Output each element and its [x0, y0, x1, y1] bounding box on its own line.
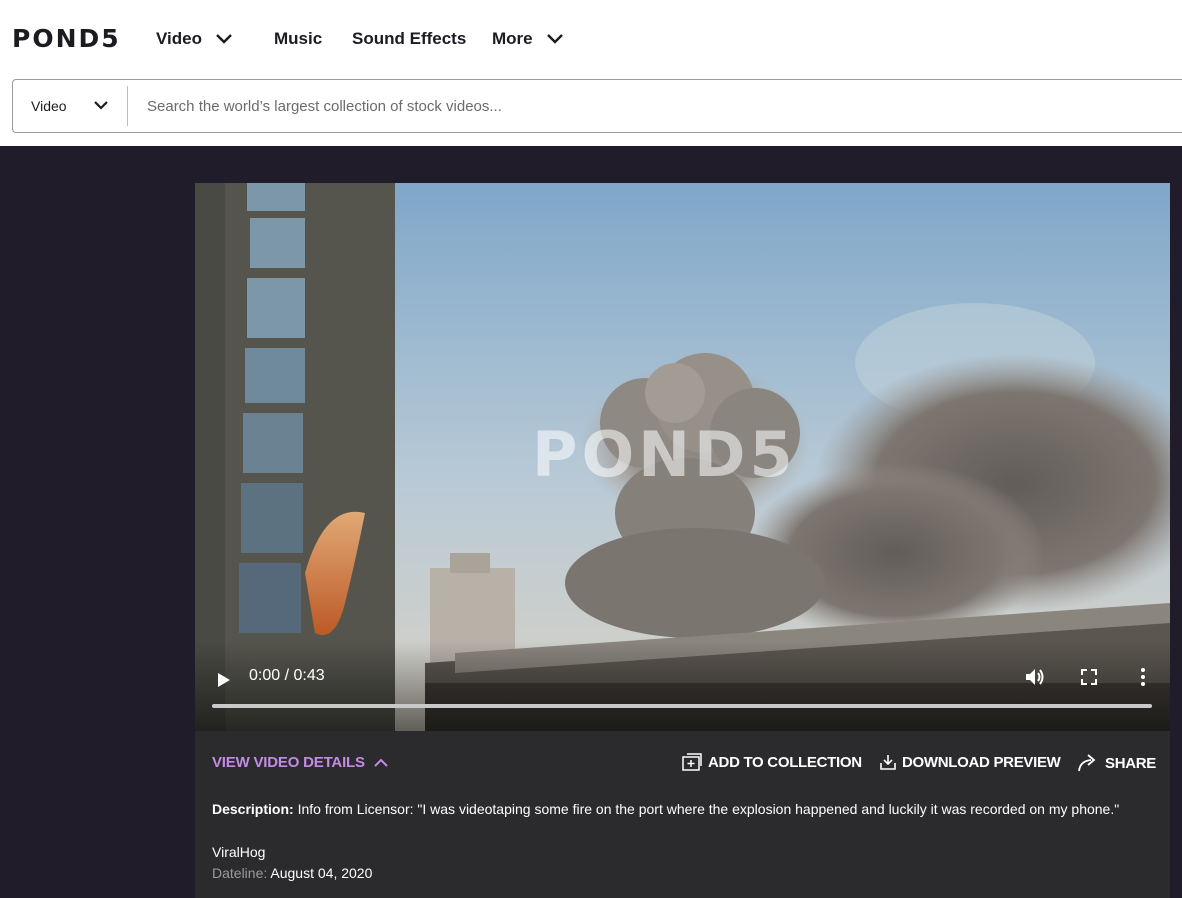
- fullscreen-icon[interactable]: [1077, 665, 1101, 689]
- search-bar: Video: [12, 79, 1182, 133]
- search-type-label: Video: [31, 98, 67, 114]
- search-divider: [127, 86, 128, 126]
- nav-more[interactable]: More: [492, 29, 565, 49]
- nav-music-label: Music: [274, 29, 323, 48]
- description-text: Info from Licensor: "I was videotaping s…: [293, 801, 1120, 817]
- share-arrow-icon: [1078, 754, 1096, 772]
- play-icon[interactable]: [215, 671, 233, 689]
- download-icon: [880, 755, 896, 770]
- add-to-collection-button[interactable]: ADD TO COLLECTION: [682, 753, 862, 771]
- dateline-value: August 04, 2020: [270, 865, 373, 881]
- pond5-logo[interactable]: POND5: [12, 24, 121, 53]
- chevron-down-icon: [545, 32, 565, 46]
- search-type-dropdown[interactable]: Video: [13, 80, 127, 132]
- download-preview-label: DOWNLOAD PREVIEW: [902, 753, 1061, 771]
- add-collection-icon: [682, 753, 702, 771]
- volume-icon[interactable]: [1023, 665, 1047, 689]
- video-progress-bar[interactable]: [212, 704, 1152, 708]
- nav-music[interactable]: Music: [274, 29, 322, 49]
- video-player[interactable]: POND5 0:00 / 0:43: [195, 183, 1170, 731]
- dateline-label: Dateline:: [212, 865, 268, 881]
- more-options-icon[interactable]: [1131, 665, 1155, 689]
- nav-sound-effects[interactable]: Sound Effects: [352, 29, 466, 49]
- share-label: SHARE: [1105, 754, 1157, 772]
- time-display: 0:00 / 0:43: [249, 667, 325, 684]
- view-video-details-label: VIEW VIDEO DETAILS: [212, 754, 365, 771]
- contributor-name[interactable]: ViralHog: [212, 844, 265, 860]
- chevron-down-icon: [214, 32, 234, 46]
- nav-more-label: More: [492, 29, 533, 48]
- description-label: Description:: [212, 801, 294, 817]
- download-preview-button[interactable]: DOWNLOAD PREVIEW: [880, 753, 1061, 771]
- nav-sound-effects-label: Sound Effects: [352, 29, 467, 48]
- nav-video[interactable]: Video: [156, 29, 234, 49]
- search-input[interactable]: [147, 94, 1177, 118]
- chevron-down-icon: [93, 100, 113, 114]
- add-to-collection-label: ADD TO COLLECTION: [708, 753, 862, 771]
- chevron-up-icon: [374, 758, 388, 767]
- top-navigation: POND5 Video Music Sound Effects More: [0, 0, 1182, 78]
- pond5-watermark: POND5: [532, 418, 797, 491]
- nav-video-label: Video: [156, 29, 202, 48]
- view-video-details-toggle[interactable]: VIEW VIDEO DETAILS: [212, 754, 389, 771]
- share-button[interactable]: SHARE: [1077, 753, 1156, 773]
- dateline: Dateline: August 04, 2020: [212, 865, 372, 881]
- video-details-panel: VIEW VIDEO DETAILS ADD TO COLLECTION DOW…: [195, 731, 1170, 898]
- video-description: Description: Info from Licensor: "I was …: [212, 801, 1162, 817]
